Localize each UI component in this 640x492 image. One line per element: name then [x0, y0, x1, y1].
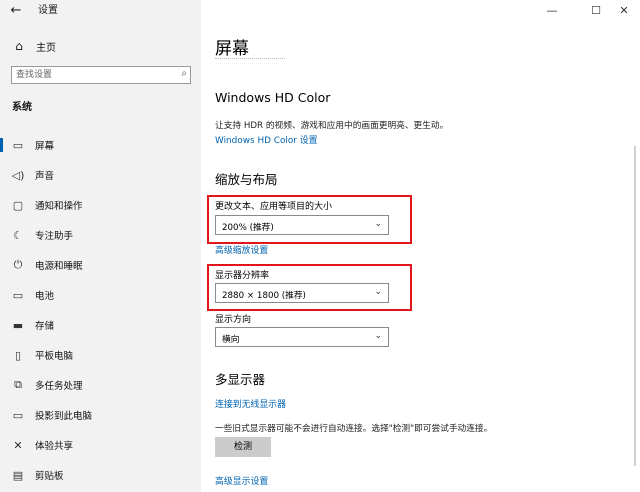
clipboard-icon: ▤ — [12, 468, 24, 482]
orientation-dropdown[interactable]: 横向 ⌄ — [215, 327, 389, 347]
sidebar-nav: ▭ 屏幕 ◁) 声音 ▢ 通知和操作 ☾ 专注助手 ⏻ 电源和睡眠 ▭ 电池 ▬… — [0, 130, 201, 490]
battery-icon: ▭ — [12, 288, 24, 302]
window-title: 设置 — [38, 5, 58, 16]
speaker-icon: ◁) — [11, 168, 25, 182]
search-icon[interactable]: ⌕ — [181, 68, 187, 79]
divider — [215, 58, 285, 59]
sidebar-item-sound[interactable]: ◁) 声音 — [0, 160, 201, 190]
home-label: 主页 — [36, 42, 56, 54]
home-icon: ⌂ — [15, 39, 23, 53]
storage-icon: ▬ — [12, 318, 24, 332]
sidebar-item-home[interactable]: ⌂ 主页 — [12, 38, 56, 54]
notification-icon: ▢ — [12, 198, 24, 212]
sidebar-item-battery[interactable]: ▭ 电池 — [0, 280, 201, 310]
back-arrow-icon[interactable]: ← — [6, 2, 26, 20]
advanced-display-link[interactable]: 高级显示设置 — [215, 474, 268, 487]
sidebar-item-storage[interactable]: ▬ 存储 — [0, 310, 201, 340]
sidebar-item-notifications[interactable]: ▢ 通知和操作 — [0, 190, 201, 220]
orientation-label: 显示方向 — [215, 315, 252, 325]
hdr-settings-link[interactable]: Windows HD Color 设置 — [215, 133, 318, 146]
sidebar-item-label: 体验共享 — [35, 441, 74, 452]
multitask-icon: ⧉ — [14, 378, 22, 391]
sidebar-item-label: 通知和操作 — [35, 201, 83, 212]
orientation-value: 横向 — [222, 335, 240, 345]
tablet-icon: ▯ — [14, 348, 22, 362]
resolution-label: 显示器分辨率 — [215, 271, 270, 281]
share-icon: ✕ — [13, 438, 23, 452]
resolution-dropdown[interactable]: 2880 × 1800 (推荐) ⌄ — [215, 283, 389, 303]
page-title: 屏幕 — [215, 39, 249, 59]
search-input[interactable] — [12, 67, 172, 83]
multi-display-heading: 多显示器 — [215, 372, 266, 387]
sidebar-item-label: 投影到此电脑 — [35, 411, 93, 422]
chevron-down-icon: ⌄ — [374, 287, 382, 297]
projector-icon: ▭ — [12, 408, 24, 422]
wireless-display-link[interactable]: 连接到无线显示器 — [215, 397, 286, 410]
advanced-scaling-link[interactable]: 高级缩放设置 — [215, 243, 268, 256]
scale-size-label: 更改文本、应用等项目的大小 — [215, 202, 333, 212]
sidebar-item-label: 屏幕 — [35, 141, 55, 152]
chevron-down-icon: ⌄ — [374, 219, 382, 229]
scale-size-value: 200% (推荐) — [222, 223, 274, 233]
sidebar-item-power[interactable]: ⏻ 电源和睡眠 — [0, 250, 201, 280]
sidebar-item-focus-assist[interactable]: ☾ 专注助手 — [0, 220, 201, 250]
sidebar: ⌂ 主页 ⌕ 系统 ▭ 屏幕 ◁) 声音 ▢ 通知和操作 ☾ 专注助手 ⏻ 电源… — [0, 0, 201, 492]
sidebar-item-label: 平板电脑 — [35, 351, 74, 362]
hdr-description: 让支持 HDR 的视频、游戏和应用中的画面更明亮、更生动。 — [215, 121, 449, 131]
sidebar-item-label: 多任务处理 — [35, 381, 83, 392]
sidebar-item-projecting[interactable]: ▭ 投影到此电脑 — [0, 400, 201, 430]
power-icon: ⏻ — [13, 258, 23, 271]
resolution-value: 2880 × 1800 (推荐) — [222, 291, 306, 301]
sidebar-item-multitasking[interactable]: ⧉ 多任务处理 — [0, 370, 201, 400]
sidebar-item-clipboard[interactable]: ▤ 剪贴板 — [0, 460, 201, 490]
sidebar-item-tablet[interactable]: ▯ 平板电脑 — [0, 340, 201, 370]
sidebar-item-label: 存储 — [35, 321, 55, 332]
scale-heading: 缩放与布局 — [215, 172, 278, 187]
sidebar-item-label: 电池 — [35, 291, 55, 302]
sidebar-section-title: 系统 — [12, 102, 32, 113]
display-icon: ▭ — [12, 138, 24, 152]
sidebar-item-label: 电源和睡眠 — [35, 261, 83, 272]
multi-display-description: 一些旧式显示器可能不会进行自动连接。选择"检测"即可尝试手动连接。 — [215, 424, 493, 434]
moon-icon: ☾ — [13, 228, 23, 242]
sidebar-item-display[interactable]: ▭ 屏幕 — [0, 130, 201, 160]
scale-size-dropdown[interactable]: 200% (推荐) ⌄ — [215, 215, 389, 235]
sidebar-item-label: 剪贴板 — [35, 471, 64, 482]
sidebar-item-label: 声音 — [35, 171, 55, 182]
search-box[interactable]: ⌕ — [11, 66, 191, 84]
chevron-down-icon: ⌄ — [374, 331, 382, 341]
sidebar-item-shared-experiences[interactable]: ✕ 体验共享 — [0, 430, 201, 460]
scrollbar[interactable] — [634, 146, 636, 466]
main-content: 屏幕 Windows HD Color 让支持 HDR 的视频、游戏和应用中的画… — [201, 0, 640, 492]
sidebar-item-label: 专注助手 — [35, 231, 74, 242]
hdr-heading: Windows HD Color — [215, 90, 331, 105]
detect-button[interactable]: 检测 — [215, 437, 271, 457]
